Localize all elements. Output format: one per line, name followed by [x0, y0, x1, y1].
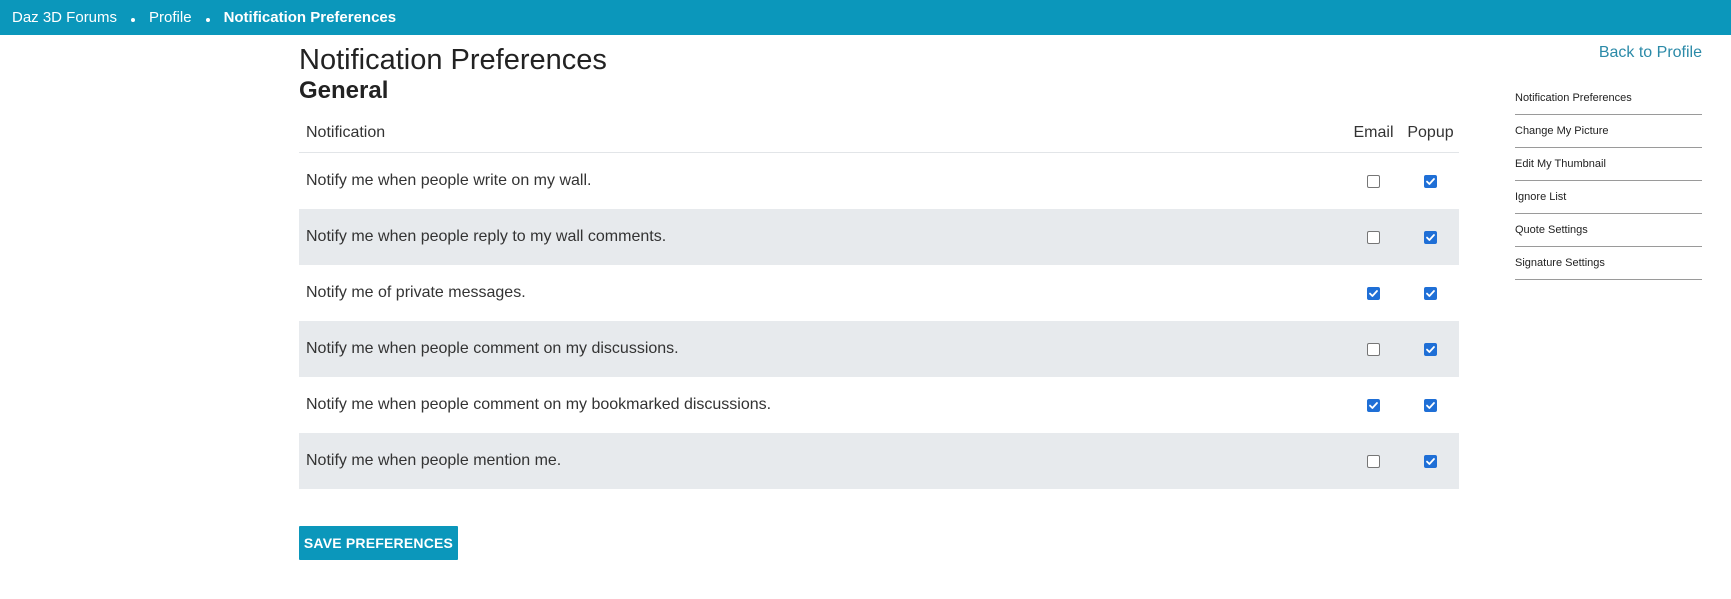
table-row: Notify me when people reply to my wall c… [299, 209, 1459, 265]
table-row: Notify me when people comment on my book… [299, 377, 1459, 433]
sidebar-item-ignore-list[interactable]: Ignore List [1515, 181, 1702, 214]
email-checkbox[interactable] [1367, 454, 1380, 468]
email-cell [1345, 286, 1402, 300]
email-checkbox[interactable] [1367, 230, 1380, 244]
breadcrumb-forums[interactable]: Daz 3D Forums [12, 9, 117, 26]
table-body: Notify me when people write on my wall. N… [299, 153, 1459, 489]
breadcrumb: Daz 3D Forums Profile Notification Prefe… [0, 0, 1731, 35]
column-header-notification: Notification [306, 123, 386, 141]
save-preferences-button[interactable]: SAVE PREFERENCES [299, 526, 458, 560]
breadcrumb-separator [131, 17, 136, 22]
popup-checkbox[interactable] [1424, 230, 1437, 244]
sidebar-item-signature-settings[interactable]: Signature Settings [1515, 247, 1702, 280]
popup-checkbox[interactable] [1424, 174, 1437, 188]
breadcrumb-profile[interactable]: Profile [149, 9, 192, 26]
sidebar-item-edit-my-thumbnail[interactable]: Edit My Thumbnail [1515, 148, 1702, 181]
popup-checkbox[interactable] [1424, 342, 1437, 356]
notification-label: Notify me when people reply to my wall c… [306, 228, 667, 245]
email-cell [1345, 342, 1402, 356]
popup-cell [1402, 342, 1459, 356]
email-checkbox[interactable] [1367, 174, 1380, 188]
notification-label: Notify me when people write on my wall. [306, 172, 592, 189]
popup-checkbox[interactable] [1424, 454, 1437, 468]
popup-cell [1402, 398, 1459, 412]
column-header-popup: Popup [1407, 123, 1454, 141]
table-row: Notify me of private messages. [299, 265, 1459, 321]
sidebar-menu: Notification Preferences Change My Pictu… [1515, 82, 1702, 280]
table-header: Notification Email Popup [299, 113, 1459, 153]
email-checkbox[interactable] [1367, 286, 1380, 300]
table-row: Notify me when people comment on my disc… [299, 321, 1459, 377]
email-cell [1345, 174, 1402, 188]
notification-label: Notify me when people mention me. [306, 452, 562, 469]
sidebar-item-quote-settings[interactable]: Quote Settings [1515, 214, 1702, 247]
breadcrumb-current: Notification Preferences [223, 9, 397, 26]
page-title: Notification Preferences [299, 44, 607, 76]
email-checkbox[interactable] [1367, 398, 1380, 412]
popup-checkbox[interactable] [1424, 398, 1437, 412]
table-row: Notify me when people mention me. [299, 433, 1459, 489]
main-content: Notification Preferences General Notific… [299, 35, 1459, 560]
email-cell [1345, 230, 1402, 244]
notification-label: Notify me when people comment on my disc… [306, 340, 679, 357]
popup-cell [1402, 286, 1459, 300]
breadcrumb-separator [205, 17, 210, 22]
popup-cell [1402, 454, 1459, 468]
sidebar-item-change-my-picture[interactable]: Change My Picture [1515, 115, 1702, 148]
notification-label: Notify me of private messages. [306, 284, 526, 301]
notification-label: Notify me when people comment on my book… [306, 396, 772, 413]
popup-cell [1402, 230, 1459, 244]
section-title: General [299, 77, 389, 104]
table-row: Notify me when people write on my wall. [299, 153, 1459, 209]
column-header-email: Email [1353, 123, 1394, 141]
popup-checkbox[interactable] [1424, 286, 1437, 300]
email-cell [1345, 398, 1402, 412]
email-checkbox[interactable] [1367, 342, 1380, 356]
profile-sidebar: Back to Profile Notification Preferences… [1515, 35, 1702, 280]
popup-cell [1402, 174, 1459, 188]
back-to-profile-link[interactable]: Back to Profile [1515, 44, 1702, 62]
sidebar-item-notification-preferences[interactable]: Notification Preferences [1515, 82, 1702, 115]
email-cell [1345, 454, 1402, 468]
preferences-table: Notification Email Popup Notify me when … [299, 113, 1459, 489]
